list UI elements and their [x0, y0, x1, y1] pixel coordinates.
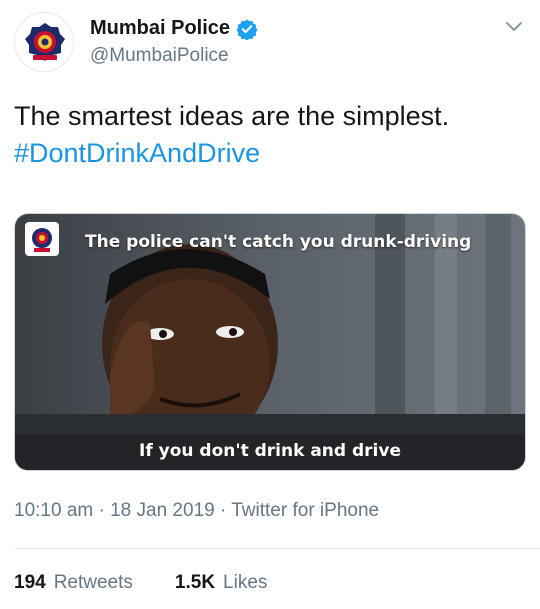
tweet-timestamp[interactable]: 10:10 am · 18 Jan 2019 · Twitter for iPh…: [14, 500, 379, 522]
media-police-logo-icon: [25, 222, 59, 256]
tweet-text: The smartest ideas are the simplest. #Do…: [14, 98, 530, 172]
retweets-stat[interactable]: 194 Retweets: [14, 572, 133, 594]
author-name-row: Mumbai Police: [90, 17, 258, 40]
likes-label: Likes: [223, 572, 268, 593]
retweets-count: 194: [14, 572, 46, 593]
tweet-media-image[interactable]: The police can't catch you drunk-driving…: [14, 213, 526, 471]
hashtag-link[interactable]: #DontDrinkAndDrive: [14, 135, 530, 172]
user-handle[interactable]: @MumbaiPolice: [90, 45, 229, 67]
display-name[interactable]: Mumbai Police: [90, 17, 230, 40]
retweets-label: Retweets: [53, 572, 133, 593]
media-caption-top: The police can't catch you drunk-driving: [85, 232, 472, 252]
media-caption-bottom: If you don't drink and drive: [139, 441, 401, 461]
tweet-stats: 194 Retweets 1.5K Likes: [14, 572, 309, 594]
tweet-body: The smartest ideas are the simplest.: [14, 101, 450, 131]
divider: [14, 548, 540, 549]
avatar[interactable]: [14, 12, 74, 72]
likes-count: 1.5K: [174, 572, 216, 593]
verified-badge-icon: [236, 18, 258, 40]
meme-photo: [15, 214, 525, 470]
likes-stat[interactable]: 1.5K Likes: [175, 572, 268, 594]
police-emblem-icon: [16, 14, 73, 71]
chevron-down-icon[interactable]: [504, 20, 524, 34]
